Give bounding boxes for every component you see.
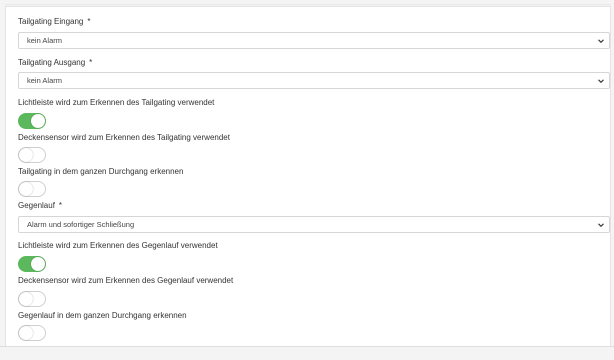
counterflow-ceiling-label: Deckensensor wird zum Erkennen des Gegen… bbox=[18, 276, 234, 285]
toggle-knob bbox=[31, 114, 45, 128]
counterflow-whole-passage-toggle[interactable] bbox=[18, 325, 46, 341]
tailgating-exit-select[interactable]: kein Alarm bbox=[18, 72, 610, 89]
tailgating-whole-passage-toggle[interactable] bbox=[18, 181, 46, 197]
chevron-down-icon bbox=[598, 79, 604, 84]
tailgating-exit-value: kein Alarm bbox=[27, 76, 63, 85]
required-mark: * bbox=[87, 17, 91, 26]
toggle-knob bbox=[31, 257, 45, 271]
panel-top-border bbox=[5, 4, 611, 5]
counterflow-value: Alarm und sofortiger Schließung bbox=[27, 220, 135, 229]
tailgating-entry-value: kein Alarm bbox=[27, 36, 63, 45]
counterflow-select[interactable]: Alarm und sofortiger Schließung bbox=[18, 216, 610, 233]
counterflow-ceiling-toggle[interactable] bbox=[18, 291, 46, 307]
chevron-down-icon bbox=[598, 223, 604, 228]
tailgating-ceiling-label: Deckensensor wird zum Erkennen des Tailg… bbox=[18, 133, 230, 142]
tailgating-entry-select[interactable]: kein Alarm bbox=[18, 32, 610, 49]
counterflow-lightbar-toggle[interactable] bbox=[18, 256, 46, 272]
tailgating-whole-passage-label: Tailgating in dem ganzen Durchgang erken… bbox=[18, 167, 184, 176]
toggle-knob bbox=[19, 326, 33, 340]
tailgating-exit-label: Tailgating Ausgang * bbox=[18, 58, 93, 67]
tailgating-ceiling-toggle[interactable] bbox=[18, 147, 46, 163]
tailgating-lightbar-toggle[interactable] bbox=[18, 113, 46, 129]
required-mark: * bbox=[89, 58, 93, 67]
tailgating-entry-label: Tailgating Eingang * bbox=[18, 17, 91, 26]
toggle-knob bbox=[19, 148, 33, 162]
toggle-knob bbox=[19, 182, 33, 196]
tailgating-lightbar-label: Lichtleiste wird zum Erkennen des Tailga… bbox=[18, 98, 215, 107]
counterflow-whole-passage-label: Gegenlauf in dem ganzen Durchgang erkenn… bbox=[18, 311, 187, 320]
counterflow-label: Gegenlauf * bbox=[18, 201, 63, 210]
chevron-down-icon bbox=[598, 39, 604, 44]
page-footer-strip bbox=[0, 346, 614, 360]
required-mark: * bbox=[58, 201, 63, 210]
counterflow-lightbar-label: Lichtleiste wird zum Erkennen des Gegenl… bbox=[18, 241, 218, 250]
toggle-knob bbox=[19, 292, 33, 306]
